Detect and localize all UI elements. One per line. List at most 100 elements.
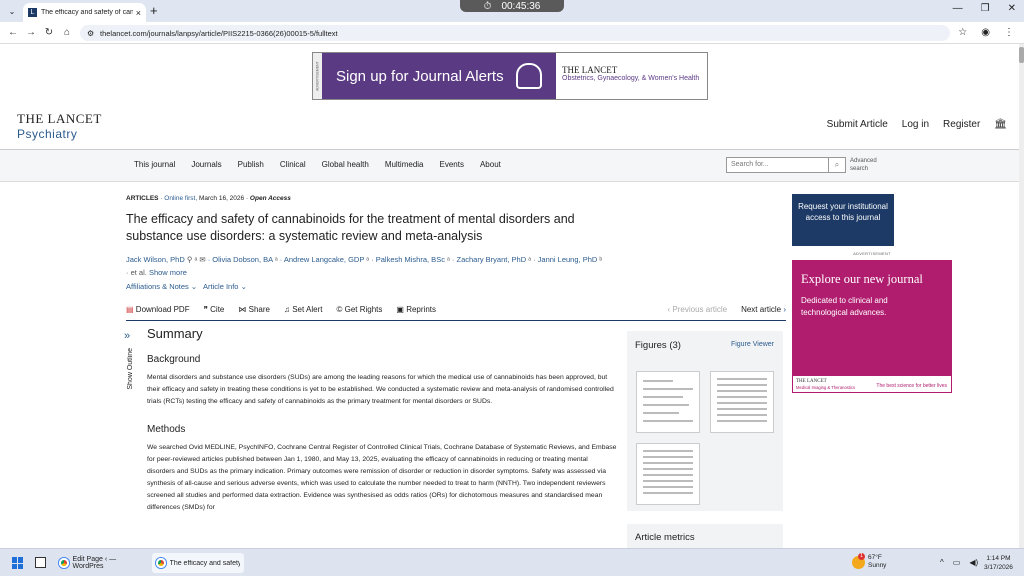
address-bar[interactable]: ⚙ thelancet.com/journals/lanpsy/article/… <box>80 25 950 41</box>
toolbar-right: ☆ ◉ ⋮ <box>958 27 1014 38</box>
nav-journals[interactable]: Journals <box>191 160 221 169</box>
journal-logo[interactable]: THE LANCET Psychiatry <box>17 111 102 141</box>
request-access-button[interactable]: Request your institutional access to thi… <box>792 194 894 246</box>
author-link[interactable]: Palkesh Mishra, BSc <box>376 255 445 264</box>
search-icon[interactable]: ⌕ <box>828 158 845 172</box>
tab-title: The efficacy and safety of cannab <box>41 9 133 16</box>
show-more-link[interactable]: Show more <box>149 268 187 277</box>
weather-temp: 67°F <box>868 554 882 561</box>
windows-start-icon[interactable] <box>12 557 24 569</box>
forward-button[interactable]: → <box>22 27 40 38</box>
background-heading: Background <box>147 354 201 365</box>
institution-icon[interactable]: 🏛 <box>994 119 1007 130</box>
weather-widget[interactable]: 1 67°F Sunny <box>852 553 887 570</box>
ad-brand-block: THE LANCET Obstetrics, Gynaecology, & Wo… <box>556 53 699 99</box>
explore-journal-ad[interactable]: Explore our new journal Dedicated to cli… <box>792 260 952 393</box>
author-link[interactable]: Jack Wilson, PhD <box>126 255 185 264</box>
browser-tab-active[interactable]: L The efficacy and safety of cannab × <box>23 3 146 22</box>
summary-section: Summary Background Mental disorders and … <box>147 326 617 514</box>
close-window-button[interactable]: ✕ <box>1008 3 1016 14</box>
pdf-icon: ▤ <box>126 304 134 314</box>
page-scrollbar[interactable] <box>1019 44 1024 548</box>
nav-clinical[interactable]: Clinical <box>280 160 306 169</box>
figure-thumbnail-2[interactable] <box>710 371 774 433</box>
register-link[interactable]: Register <box>943 119 980 130</box>
get-rights-button[interactable]: © Get Rights <box>336 305 382 314</box>
home-button[interactable]: ⌂ <box>58 27 76 38</box>
submit-article-link[interactable]: Submit Article <box>827 119 888 130</box>
author-link[interactable]: Andrew Langcake, GDP <box>284 255 364 264</box>
taskbar-app-wordpress[interactable]: Edit Page ‹ — WordPres <box>55 553 147 573</box>
nav-events[interactable]: Events <box>440 160 464 169</box>
menu-icon[interactable]: ⋮ <box>1004 27 1014 38</box>
download-pdf-label: Download PDF <box>135 304 190 314</box>
author-list: Jack Wilson, PhD ⚲ ᵃ ✉ · Olivia Dobson, … <box>126 255 603 277</box>
figure-thumbnail-1[interactable] <box>636 371 700 433</box>
reprints-button[interactable]: ▣ Reprints <box>396 305 436 314</box>
recording-timer: ⏱ 00:45:36 <box>460 0 564 12</box>
nav-global-health[interactable]: Global health <box>322 160 369 169</box>
nav-this-journal[interactable]: This journal <box>134 160 175 169</box>
background-text: Mental disorders and substance use disor… <box>147 374 614 405</box>
nav-publish[interactable]: Publish <box>238 160 264 169</box>
share-icon: ⋈ <box>238 304 247 314</box>
close-tab-icon[interactable]: × <box>136 8 141 18</box>
logo-sub: Psychiatry <box>17 127 78 141</box>
search-text: search <box>850 166 869 172</box>
header-divider <box>126 320 786 321</box>
author-link[interactable]: Janni Leung, PhD <box>538 255 598 264</box>
cite-button[interactable]: ❞ Cite <box>204 305 225 314</box>
show-outline-toggle[interactable]: » Show Outline <box>124 330 140 390</box>
article-title: The efficacy and safety of cannabinoids … <box>126 212 575 243</box>
minimize-button[interactable]: — <box>953 3 963 14</box>
methods-text: We searched Ovid MEDLINE, PsychINFO, Coc… <box>147 444 617 511</box>
new-tab-button[interactable]: + <box>150 3 158 18</box>
download-pdf-button[interactable]: ▤ Download PDF <box>126 305 190 314</box>
top-ad-area: ADVERTISEMENT Sign up for Journal Alerts… <box>0 44 1019 106</box>
system-clock[interactable]: 1:14 PM 3/17/2026 <box>984 554 1013 572</box>
double-chevron-right-icon: » <box>124 330 131 342</box>
site-info-icon[interactable]: ⚙ <box>87 29 94 38</box>
scrollbar-thumb[interactable] <box>1019 47 1024 63</box>
bell-icon <box>516 63 542 89</box>
chevron-up-icon[interactable]: ^ <box>940 558 944 567</box>
task-view-icon[interactable] <box>35 557 46 568</box>
restore-button[interactable]: ❐ <box>981 3 990 14</box>
next-article-link[interactable]: Next article › <box>741 305 786 314</box>
article-info-toggle[interactable]: Article Info <box>203 282 238 291</box>
methods-heading: Methods <box>147 424 186 435</box>
taskbar-app-lancet[interactable]: The efficacy and safety ( <box>152 553 244 573</box>
reload-button[interactable]: ↻ <box>40 27 58 38</box>
share-button[interactable]: ⋈ Share <box>238 305 270 314</box>
tab-search-button[interactable]: ⌄ <box>5 4 19 18</box>
back-button[interactable]: ← <box>4 27 22 38</box>
nav-multimedia[interactable]: Multimedia <box>385 160 424 169</box>
show-outline-label: Show Outline <box>127 348 134 390</box>
network-icon[interactable]: ▭ <box>953 558 961 567</box>
profile-icon[interactable]: ◉ <box>981 27 990 38</box>
advanced-search-link[interactable]: Advanced search <box>850 157 877 173</box>
figure-viewer-link[interactable]: Figure Viewer <box>731 341 774 348</box>
set-alert-button[interactable]: ♫ Set Alert <box>284 305 322 314</box>
author-link[interactable]: Olivia Dobson, BA <box>212 255 272 264</box>
figure-thumbnail-3[interactable] <box>636 443 700 505</box>
author-link[interactable]: Zachary Bryant, PhD <box>457 255 527 264</box>
ad-footer: THE LANCET Medical Imaging & Theranostic… <box>793 376 951 392</box>
ad-headline: Explore our new journal <box>801 272 923 286</box>
figures-heading: Figures (3) <box>635 340 681 351</box>
bookmark-star-icon[interactable]: ☆ <box>958 27 967 38</box>
journal-alerts-ad[interactable]: ADVERTISEMENT Sign up for Journal Alerts… <box>312 52 708 100</box>
taskbar-app-label: The efficacy and safety ( <box>169 559 240 567</box>
weather-desc: Sunny <box>868 562 887 569</box>
search-input[interactable]: Search for... ⌕ <box>726 157 846 173</box>
previous-article-link[interactable]: ‹ Previous article <box>668 305 728 314</box>
main-navigation: This journal Journals Publish Clinical G… <box>0 150 1019 182</box>
online-first-link[interactable]: Online first, <box>164 195 197 202</box>
affiliations-toggle[interactable]: Affiliations & Notes <box>126 282 189 291</box>
volume-icon[interactable]: ◀) <box>969 558 978 567</box>
login-link[interactable]: Log in <box>902 119 929 130</box>
ad-purple-panel: Sign up for Journal Alerts <box>322 53 556 99</box>
nav-items: This journal Journals Publish Clinical G… <box>134 160 501 169</box>
ad-strip-label: ADVERTISEMENT <box>313 53 322 99</box>
nav-about[interactable]: About <box>480 160 501 169</box>
